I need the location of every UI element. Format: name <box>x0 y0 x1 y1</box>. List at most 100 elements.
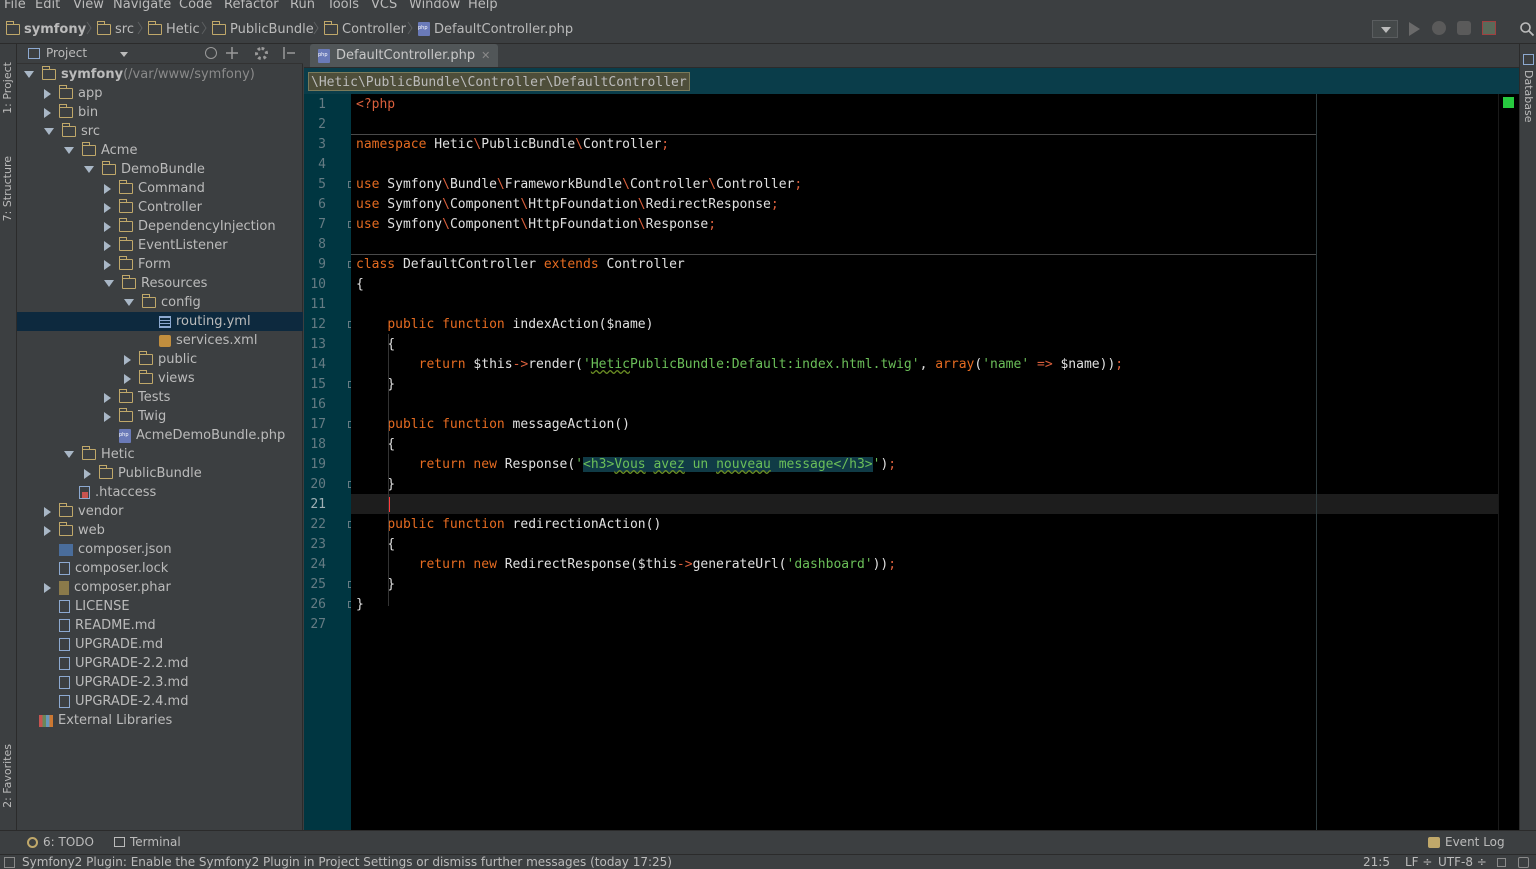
event-log-button[interactable]: Event Log <box>1428 835 1505 849</box>
hide-panel-icon[interactable] <box>283 47 295 59</box>
coverage-icon[interactable] <box>1457 21 1471 35</box>
collapsed-arrow-icon[interactable] <box>44 582 51 593</box>
tree-item[interactable]: services.xml <box>17 331 303 350</box>
menu-edit[interactable]: Edit <box>35 0 60 12</box>
tree-item[interactable]: Resources <box>17 274 303 293</box>
menu-vcs[interactable]: VCS <box>371 0 397 12</box>
tree-item[interactable]: .htaccess <box>17 483 303 502</box>
tree-item[interactable]: app <box>17 84 303 103</box>
breadcrumb-item[interactable]: Hetic <box>147 20 200 38</box>
tree-item[interactable]: DependencyInjection <box>17 217 303 236</box>
menu-window[interactable]: Window <box>409 0 460 12</box>
tree-item[interactable]: UPGRADE-2.3.md <box>17 673 303 692</box>
expanded-arrow-icon[interactable] <box>84 166 94 173</box>
database-tool-tab[interactable]: Database <box>1522 70 1535 123</box>
expanded-arrow-icon[interactable] <box>104 280 114 287</box>
tree-item[interactable]: EventListener <box>17 236 303 255</box>
tree-item[interactable]: Tests <box>17 388 303 407</box>
tree-item[interactable]: composer.phar <box>17 578 303 597</box>
tree-item[interactable]: PublicBundle <box>17 464 303 483</box>
collapsed-arrow-icon[interactable] <box>124 354 131 365</box>
collapsed-arrow-icon[interactable] <box>104 202 111 213</box>
namespace-breadcrumb[interactable]: \Hetic\PublicBundle\Controller\DefaultCo… <box>308 72 690 91</box>
hector-icon[interactable] <box>1518 857 1529 868</box>
collapsed-arrow-icon[interactable] <box>44 107 51 118</box>
tree-item[interactable]: src <box>17 122 303 141</box>
tree-item[interactable]: Controller <box>17 198 303 217</box>
status-message[interactable]: Symfony2 Plugin: Enable the Symfony2 Plu… <box>22 855 672 869</box>
menu-run[interactable]: Run <box>290 0 315 12</box>
menu-tools[interactable]: Tools <box>327 0 359 12</box>
lock-icon[interactable] <box>1497 858 1506 867</box>
tab-defaultcontroller[interactable]: DefaultController.php ✕ <box>310 44 499 67</box>
tree-item[interactable]: External Libraries <box>17 711 303 730</box>
menu-file[interactable]: File <box>4 0 26 12</box>
tree-item[interactable]: Form <box>17 255 303 274</box>
locate-icon[interactable] <box>205 47 217 59</box>
structure-tool-tab[interactable]: 7: Structure <box>1 156 14 221</box>
breadcrumb-item[interactable]: DefaultController.php <box>418 20 573 38</box>
search-everywhere-icon[interactable] <box>1519 21 1535 37</box>
terminal-tool-button[interactable]: Terminal <box>114 835 181 849</box>
menu-help[interactable]: Help <box>468 0 498 12</box>
breadcrumb-item[interactable]: src <box>96 20 134 38</box>
tree-item[interactable]: views <box>17 369 303 388</box>
tree-item[interactable]: Twig <box>17 407 303 426</box>
project-tool-tab[interactable]: 1: Project <box>1 62 14 114</box>
collapse-all-icon[interactable] <box>226 47 238 59</box>
tree-item[interactable]: public <box>17 350 303 369</box>
tree-item[interactable]: AcmeDemoBundle.php <box>17 426 303 445</box>
tree-item[interactable]: DemoBundle <box>17 160 303 179</box>
run-config-dropdown[interactable] <box>1372 20 1398 38</box>
status-toggle-icon[interactable] <box>4 857 15 868</box>
tree-item[interactable]: UPGRADE.md <box>17 635 303 654</box>
collapsed-arrow-icon[interactable] <box>44 525 51 536</box>
breadcrumb-item[interactable]: PublicBundle <box>211 20 314 38</box>
chevron-down-icon[interactable] <box>120 52 128 57</box>
favorites-tool-tab[interactable]: 2: Favorites <box>1 744 14 808</box>
tree-item[interactable]: web <box>17 521 303 540</box>
collapsed-arrow-icon[interactable] <box>104 411 111 422</box>
menu-refactor[interactable]: Refactor <box>224 0 279 12</box>
tree-item[interactable]: README.md <box>17 616 303 635</box>
collapsed-arrow-icon[interactable] <box>44 88 51 99</box>
tree-item[interactable]: symfony (/var/www/symfony) <box>17 65 303 84</box>
tree-item[interactable]: vendor <box>17 502 303 521</box>
breadcrumb-item[interactable]: symfony <box>5 20 86 38</box>
line-separator[interactable]: LF ÷ <box>1405 855 1432 869</box>
expanded-arrow-icon[interactable] <box>124 299 134 306</box>
collapsed-arrow-icon[interactable] <box>104 392 111 403</box>
expanded-arrow-icon[interactable] <box>44 128 54 135</box>
tree-item[interactable]: composer.json <box>17 540 303 559</box>
tree-item[interactable]: Hetic <box>17 445 303 464</box>
tree-item[interactable]: composer.lock <box>17 559 303 578</box>
tree-item[interactable]: UPGRADE-2.2.md <box>17 654 303 673</box>
gear-icon[interactable] <box>255 47 268 60</box>
tree-item[interactable]: UPGRADE-2.4.md <box>17 692 303 711</box>
menu-view[interactable]: View <box>73 0 104 12</box>
tree-item[interactable]: Acme <box>17 141 303 160</box>
collapsed-arrow-icon[interactable] <box>84 468 91 479</box>
collapsed-arrow-icon[interactable] <box>104 183 111 194</box>
run-icon[interactable] <box>1409 22 1420 36</box>
tree-item[interactable]: bin <box>17 103 303 122</box>
collapsed-arrow-icon[interactable] <box>104 259 111 270</box>
collapsed-arrow-icon[interactable] <box>124 373 131 384</box>
close-icon[interactable]: ✕ <box>481 49 490 62</box>
todo-tool-button[interactable]: 6: TODO <box>27 835 94 849</box>
collapsed-arrow-icon[interactable] <box>104 221 111 232</box>
editor-error-stripe[interactable] <box>1498 94 1519 830</box>
menu-navigate[interactable]: Navigate <box>113 0 171 12</box>
expanded-arrow-icon[interactable] <box>64 147 74 154</box>
tree-item[interactable]: LICENSE <box>17 597 303 616</box>
breadcrumb-item[interactable]: Controller <box>323 20 406 38</box>
tree-item[interactable]: Command <box>17 179 303 198</box>
expanded-arrow-icon[interactable] <box>24 71 34 78</box>
caret-position[interactable]: 21:5 <box>1363 855 1390 869</box>
project-view-selector[interactable]: Project <box>46 46 87 60</box>
vcs-icon[interactable] <box>1482 21 1496 35</box>
tree-item[interactable]: routing.yml <box>17 312 303 331</box>
expanded-arrow-icon[interactable] <box>64 451 74 458</box>
file-encoding[interactable]: UTF-8 ÷ <box>1438 855 1487 869</box>
collapsed-arrow-icon[interactable] <box>104 240 111 251</box>
